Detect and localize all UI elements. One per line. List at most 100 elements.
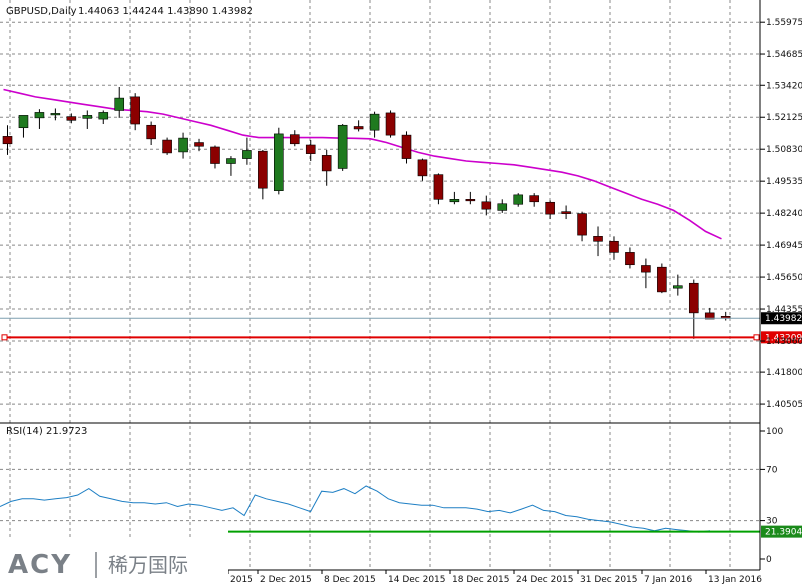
- date-tick-label: 8 Dec 2015: [324, 575, 376, 585]
- candle-body: [337, 124, 348, 169]
- moving-average-path: [3, 88, 722, 240]
- rsi-tick-label: 100: [766, 427, 783, 437]
- date-tick-label: 7 Jan 2016: [644, 575, 692, 585]
- moving-average-line: [3, 88, 722, 240]
- candle-body: [433, 174, 444, 200]
- price-tick-label: 1.43060: [766, 337, 802, 347]
- candle: [130, 93, 140, 131]
- rsi-tick-label: 0: [766, 555, 772, 565]
- rsi-tick-label: 70: [766, 465, 778, 475]
- candle-body: [641, 265, 651, 273]
- candle-body: [162, 139, 172, 154]
- candle: [688, 279, 699, 339]
- price-tick-label: 1.49535: [766, 177, 802, 187]
- candle: [242, 137, 252, 165]
- candle-body: [545, 201, 555, 215]
- candle-body: [401, 134, 412, 159]
- candle-body: [305, 144, 316, 154]
- rsi-tick-label: 30: [766, 517, 778, 527]
- price-tick-label: 1.50830: [766, 145, 802, 155]
- price-tick-label: 1.52125: [766, 113, 802, 123]
- date-tick-label: 13 Jan 2016: [708, 575, 762, 585]
- candle: [66, 113, 77, 124]
- candle-body: [321, 155, 332, 172]
- candle: [2, 125, 13, 155]
- price-tick-label: 1.44355: [766, 305, 802, 315]
- candle: [481, 195, 492, 216]
- candle: [98, 110, 109, 125]
- candle-body: [258, 150, 268, 189]
- candle: [82, 110, 93, 129]
- candle-body: [18, 115, 29, 129]
- candle: [305, 140, 316, 162]
- candle: [433, 173, 444, 205]
- candle: [577, 211, 587, 242]
- candle-body: [50, 113, 61, 116]
- candle-body: [353, 126, 364, 130]
- candle-body: [98, 112, 109, 120]
- support-line-handle: [753, 334, 760, 341]
- candle: [114, 86, 125, 118]
- candle-body: [178, 137, 188, 153]
- price-tick-label: 1.54685: [766, 50, 802, 60]
- date-tick-label: 24 Dec 2015: [516, 575, 574, 585]
- price-tick-label: 1.55975: [766, 18, 802, 28]
- candle: [226, 156, 236, 176]
- candle-body: [449, 199, 460, 203]
- candle: [497, 199, 508, 213]
- candle-body: [385, 112, 396, 136]
- last-price-tag-text: 1.43982: [765, 314, 802, 324]
- candle-body: [529, 195, 539, 203]
- candle-body: [657, 266, 667, 293]
- candle: [529, 193, 539, 207]
- rsi-label: RSI(14) 21.9723: [6, 426, 87, 437]
- price-chart: 1.439821.43209 21.3904 GBPUSD,Daily 1.44…: [0, 0, 802, 587]
- candle: [449, 191, 460, 205]
- price-axis: 1.55975 1.54685 1.53420 1.52125 1.50830 1.495…: [760, 18, 802, 410]
- candle: [210, 145, 220, 169]
- candle-body: [577, 213, 587, 236]
- price-tick-label: 1.48240: [766, 209, 802, 219]
- date-tick-label: 18 Dec 2015: [452, 575, 510, 585]
- candle-body: [673, 285, 683, 289]
- candle-body: [2, 136, 13, 145]
- candle: [593, 226, 603, 257]
- candle-body: [625, 252, 635, 266]
- price-tick-label: 1.45650: [766, 273, 802, 283]
- candle-body: [130, 96, 140, 125]
- candle-body: [242, 150, 252, 159]
- candle-body: [561, 211, 571, 214]
- candle-body: [34, 112, 45, 119]
- candle-body: [274, 133, 284, 191]
- candle-body: [465, 199, 476, 202]
- rsi-panel: 21.3904: [0, 485, 802, 538]
- candle-body: [609, 240, 619, 253]
- candle-body: [226, 158, 236, 164]
- candle-body: [417, 159, 428, 177]
- candle: [274, 127, 284, 195]
- price-tick-label: 1.40505: [766, 400, 802, 410]
- candle: [258, 149, 268, 200]
- candle: [18, 115, 29, 138]
- candle-body: [114, 97, 125, 111]
- candle-body: [688, 282, 699, 314]
- candle: [178, 132, 188, 159]
- price-tick-label: 1.46945: [766, 241, 802, 251]
- candle: [545, 200, 555, 220]
- candle: [401, 131, 412, 164]
- date-tick-label: 2015: [230, 575, 253, 585]
- candle: [50, 108, 61, 121]
- candle-body: [593, 236, 603, 242]
- candle: [289, 130, 300, 147]
- candle: [609, 236, 619, 260]
- candle-body: [146, 124, 156, 140]
- rsi-axis: 100 70 30 0: [760, 427, 783, 565]
- candle: [369, 111, 380, 138]
- candle: [641, 258, 651, 289]
- candle: [561, 205, 571, 220]
- candle: [146, 121, 156, 146]
- logo-chinese-text: 稀万国际: [108, 553, 188, 577]
- candle-body: [369, 113, 380, 131]
- candle-body: [82, 115, 93, 119]
- candle: [194, 138, 204, 152]
